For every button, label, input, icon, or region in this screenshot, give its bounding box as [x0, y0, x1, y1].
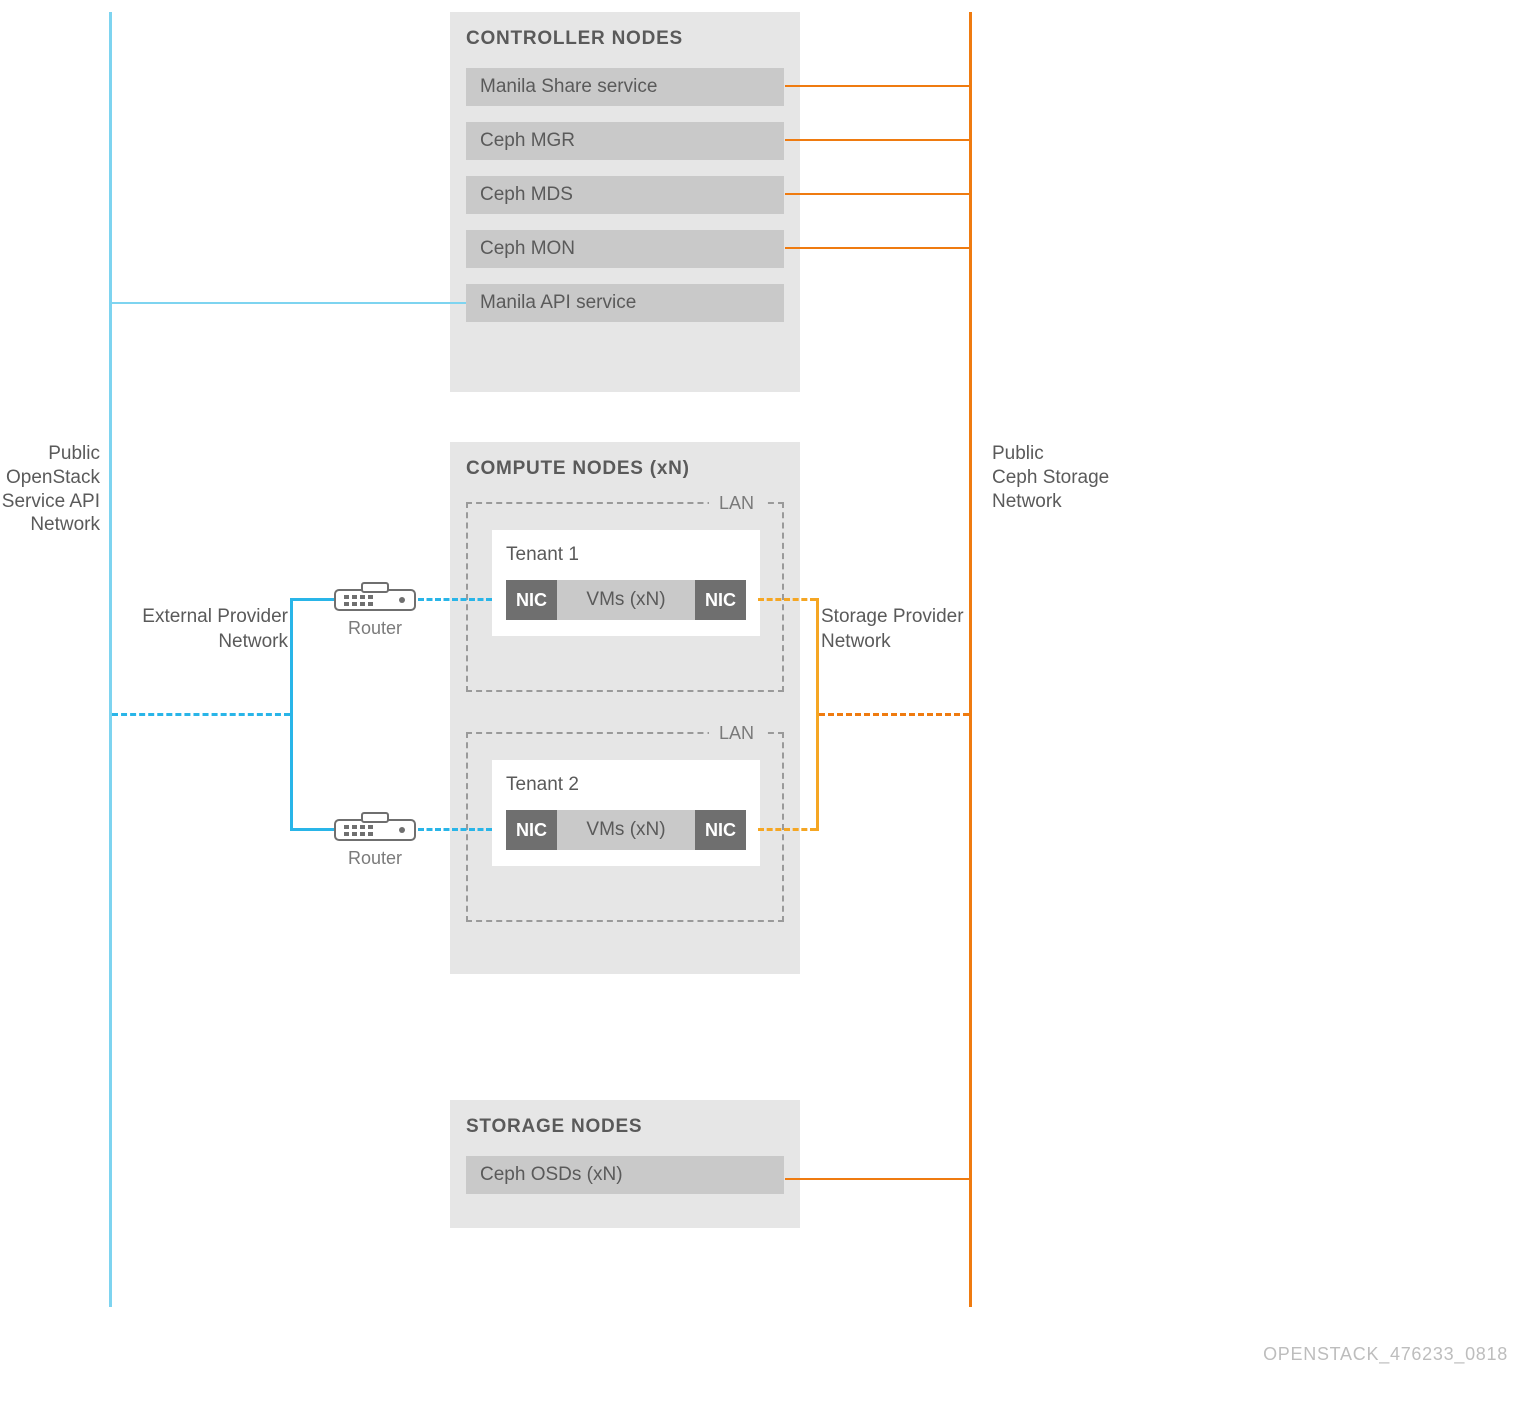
tenant-2-nic-left: NIC — [506, 810, 557, 850]
router-2-label: Router — [332, 848, 418, 869]
svc-ceph-mon: Ceph MON — [466, 230, 784, 268]
tenant-2-vm-row: NIC VMs (xN) NIC — [506, 810, 746, 850]
tenant-1-vm-row: NIC VMs (xN) NIC — [506, 580, 746, 620]
tenant-1-nic-left: NIC — [506, 580, 557, 620]
controller-title: CONTROLLER NODES — [466, 28, 784, 50]
diagram-canvas: Public OpenStack Service API Network Pub… — [0, 0, 1520, 1401]
router-icon — [332, 580, 418, 614]
conn-ceph-osds — [785, 1178, 969, 1180]
router-1: Router — [332, 580, 418, 639]
tenant-2-nic-right: NIC — [695, 810, 746, 850]
router-2: Router — [332, 810, 418, 869]
diagram-footer-id: OPENSTACK_476233_0818 — [1263, 1344, 1508, 1365]
lan-box-1: LAN Tenant 1 NIC VMs (xN) NIC — [466, 502, 784, 692]
tenant-1-box: Tenant 1 NIC VMs (xN) NIC — [492, 530, 760, 636]
svc-manila-share: Manila Share service — [466, 68, 784, 106]
public-api-network-rail — [109, 12, 112, 1307]
conn-ceph-mon — [785, 247, 969, 249]
compute-nodes-panel: COMPUTE NODES (xN) LAN Tenant 1 NIC VMs … — [450, 442, 800, 974]
router2-to-nic — [418, 828, 492, 831]
conn-manila-share-ceph — [785, 85, 969, 87]
public-ceph-network-rail — [969, 12, 972, 1307]
storage-net-stub — [819, 713, 969, 716]
right-rail-label: Public Ceph Storage Network — [992, 442, 1109, 513]
tenant-1-title: Tenant 1 — [506, 544, 746, 566]
nic2-right-out — [758, 828, 816, 831]
amber-cap-bot — [814, 828, 819, 831]
tenant-2-vms: VMs (xN) — [557, 819, 695, 841]
svc-ceph-osds: Ceph OSDs (xN) — [466, 1156, 784, 1194]
router-icon — [332, 810, 418, 844]
conn-ceph-mgr — [785, 139, 969, 141]
storage-nodes-panel: STORAGE NODES Ceph OSDs (xN) — [450, 1100, 800, 1228]
router-1-label: Router — [332, 618, 418, 639]
svc-manila-api: Manila API service — [466, 284, 784, 322]
storage-title: STORAGE NODES — [466, 1116, 784, 1138]
ext-net-branch-bot — [290, 828, 334, 831]
nic1-right-out — [758, 598, 816, 601]
storage-provider-label: Storage Provider Network — [821, 605, 964, 654]
tenant-2-box: Tenant 2 NIC VMs (xN) NIC — [492, 760, 760, 866]
left-rail-label: Public OpenStack Service API Network — [2, 442, 100, 537]
controller-nodes-panel: CONTROLLER NODES Manila Share service Ce… — [450, 12, 800, 392]
external-provider-label: External Provider Network — [142, 605, 288, 654]
conn-manila-api — [112, 302, 466, 304]
lan-tag-1: LAN — [709, 493, 764, 514]
tenant-1-nic-right: NIC — [695, 580, 746, 620]
conn-ceph-mds — [785, 193, 969, 195]
ext-net-branch-top — [290, 598, 334, 601]
tenant-2-title: Tenant 2 — [506, 774, 746, 796]
ext-net-stub — [112, 713, 290, 716]
compute-title: COMPUTE NODES (xN) — [466, 458, 784, 480]
ext-net-trunk — [290, 598, 293, 830]
router1-to-nic — [418, 598, 492, 601]
tenant-1-vms: VMs (xN) — [557, 589, 695, 611]
svc-ceph-mgr: Ceph MGR — [466, 122, 784, 160]
lan-box-2: LAN Tenant 2 NIC VMs (xN) NIC — [466, 732, 784, 922]
amber-cap-top — [814, 598, 819, 601]
lan-tag-2: LAN — [709, 723, 764, 744]
svc-ceph-mds: Ceph MDS — [466, 176, 784, 214]
